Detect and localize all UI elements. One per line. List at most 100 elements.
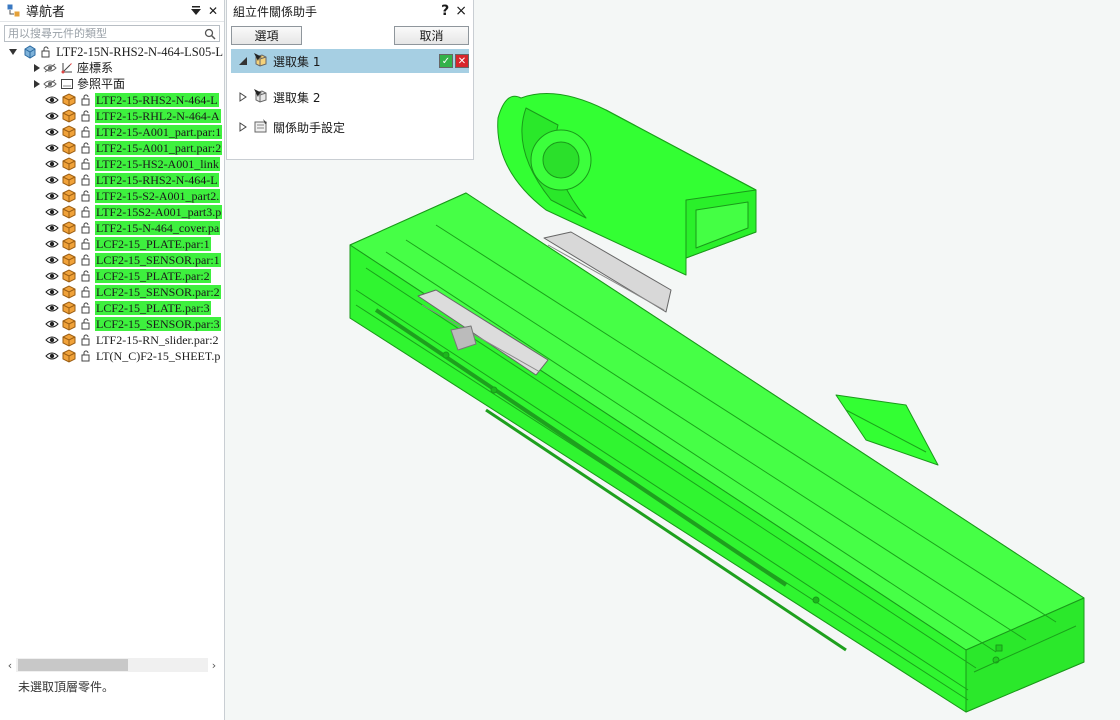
eye-visible-icon[interactable] <box>44 332 60 348</box>
lock-open-icon <box>78 92 94 108</box>
lock-open-icon <box>78 188 94 204</box>
lock-open-icon <box>78 316 94 332</box>
tree-part-row[interactable]: LTF2-15-RHS2-N-464-L <box>0 92 224 108</box>
eye-visible-icon[interactable] <box>44 236 60 252</box>
part-icon <box>61 348 77 364</box>
part-icon <box>61 108 77 124</box>
scroll-track[interactable] <box>16 658 208 672</box>
tree-part-row[interactable]: LTF2-15-RHL2-N-464-A <box>0 108 224 124</box>
tree-part-label: LTF2-15-N-464_cover.pa <box>95 221 221 235</box>
eye-visible-icon[interactable] <box>44 188 60 204</box>
collapse-toggle[interactable] <box>237 57 249 65</box>
scroll-thumb[interactable] <box>18 659 128 671</box>
navigator-tree: LTF2-15N-RHS2-N-464-LS05-L 座標系 參照平面 LTF2… <box>0 44 224 364</box>
eye-visible-icon[interactable] <box>44 124 60 140</box>
eye-visible-icon[interactable] <box>44 204 60 220</box>
eye-visible-icon[interactable] <box>44 284 60 300</box>
eye-hidden-icon[interactable] <box>42 60 58 76</box>
scroll-left-icon[interactable]: ‹ <box>4 659 16 672</box>
tree-folder-coordinate-system[interactable]: 座標系 <box>0 60 224 76</box>
tree-part-label: LTF2-15S2-A001_part3.p <box>95 205 223 219</box>
tree-part-label: LTF2-15-RHS2-N-464-L <box>95 173 219 187</box>
tree-folder-label: 座標系 <box>77 61 114 75</box>
expand-toggle[interactable] <box>8 44 18 60</box>
expand-toggle[interactable] <box>32 76 42 92</box>
settings-icon <box>253 118 269 137</box>
tree-part-row[interactable]: LCF2-15_PLATE.par:2 <box>0 268 224 284</box>
part-icon <box>61 316 77 332</box>
tree-part-row[interactable]: LTF2-15-A001_part.par:2 <box>0 140 224 156</box>
tree-part-row[interactable]: LCF2-15_SENSOR.par:2 <box>0 284 224 300</box>
cancel-button[interactable]: 取消 <box>394 26 469 45</box>
tree-part-label: LTF2-15-RN_slider.par:2 <box>96 333 219 347</box>
tree-part-row[interactable]: LCF2-15_SENSOR.par:3 <box>0 316 224 332</box>
eye-visible-icon[interactable] <box>44 172 60 188</box>
accept-check-icon[interactable]: ✓ <box>439 54 453 68</box>
lock-open-icon <box>78 108 94 124</box>
eye-visible-icon[interactable] <box>44 316 60 332</box>
lock-open-icon <box>78 140 94 156</box>
assistant-settings[interactable]: 關係助手設定 <box>231 115 469 139</box>
tree-part-row[interactable]: LTF2-15-HS2-A001_link <box>0 156 224 172</box>
tree-part-row[interactable]: LTF2-15S2-A001_part3.p <box>0 204 224 220</box>
lock-open-icon <box>78 332 94 348</box>
part-icon <box>61 332 77 348</box>
part-icon <box>61 140 77 156</box>
reject-x-icon[interactable]: ✕ <box>455 54 469 68</box>
lock-open-icon <box>78 204 94 220</box>
navigator-menu-icon[interactable] <box>189 4 203 18</box>
tree-part-row[interactable]: LTF2-15-N-464_cover.pa <box>0 220 224 236</box>
part-icon <box>61 172 77 188</box>
eye-visible-icon[interactable] <box>44 108 60 124</box>
eye-visible-icon[interactable] <box>44 92 60 108</box>
tree-root-row[interactable]: LTF2-15N-RHS2-N-464-LS05-L <box>0 44 224 60</box>
tree-part-row[interactable]: LTF2-15-S2-A001_part2. <box>0 188 224 204</box>
eye-visible-icon[interactable] <box>44 220 60 236</box>
part-icon <box>61 92 77 108</box>
lock-open-icon <box>78 284 94 300</box>
eye-visible-icon[interactable] <box>44 156 60 172</box>
assistant-title: 組立件關係助手 <box>233 4 318 19</box>
navigator-horizontal-scrollbar[interactable]: ‹ › <box>4 657 220 673</box>
navigator-close-icon[interactable]: ✕ <box>206 4 220 18</box>
tree-part-row[interactable]: LCF2-15_PLATE.par:3 <box>0 300 224 316</box>
eye-visible-icon[interactable] <box>44 348 60 364</box>
eye-visible-icon[interactable] <box>44 268 60 284</box>
part-icon <box>61 252 77 268</box>
help-icon[interactable]: ? <box>441 3 449 19</box>
scroll-right-icon[interactable]: › <box>208 659 220 672</box>
options-button[interactable]: 選項 <box>231 26 302 45</box>
close-icon[interactable]: × <box>455 3 467 19</box>
part-icon <box>61 236 77 252</box>
tree-part-row[interactable]: LT(N_C)F2-15_SHEET.p <box>0 348 224 364</box>
tree-part-row[interactable]: LCF2-15_PLATE.par:1 <box>0 236 224 252</box>
expand-toggle[interactable] <box>32 60 42 76</box>
tree-folder-reference-plane[interactable]: 參照平面 <box>0 76 224 92</box>
eye-visible-icon[interactable] <box>44 140 60 156</box>
expand-toggle[interactable] <box>237 92 249 102</box>
navigator-search-input[interactable] <box>8 27 204 40</box>
assistant-button-row: 選項 取消 <box>227 22 473 45</box>
selection-set-1[interactable]: 選取集 1 ✓ ✕ <box>231 49 469 73</box>
eye-visible-icon[interactable] <box>44 300 60 316</box>
navigator-status: 未選取頂層零件。 <box>18 680 115 694</box>
reference-plane-icon <box>59 76 75 92</box>
search-icon[interactable] <box>204 28 216 40</box>
expand-toggle[interactable] <box>237 122 249 132</box>
selection-set-2[interactable]: 選取集 2 <box>231 85 469 109</box>
tree-part-row[interactable]: LTF2-15-RN_slider.par:2 <box>0 332 224 348</box>
tree-part-row[interactable]: LTF2-15-A001_part.par:1 <box>0 124 224 140</box>
tree-part-row[interactable]: LCF2-15_SENSOR.par:1 <box>0 252 224 268</box>
lock-open-icon <box>78 156 94 172</box>
navigator-search[interactable] <box>4 25 220 42</box>
part-icon <box>61 188 77 204</box>
tree-part-label: LCF2-15_PLATE.par:3 <box>95 301 211 315</box>
eye-visible-icon[interactable] <box>44 252 60 268</box>
lock-open-icon <box>39 44 54 60</box>
tree-part-label: LTF2-15-A001_part.par:1 <box>95 125 223 139</box>
part-icon <box>61 124 77 140</box>
eye-hidden-icon[interactable] <box>42 76 58 92</box>
tree-part-row[interactable]: LTF2-15-RHS2-N-464-L <box>0 172 224 188</box>
tree-part-label: LCF2-15_PLATE.par:2 <box>95 269 211 283</box>
tree-root-label: LTF2-15N-RHS2-N-464-LS05-L <box>56 45 223 59</box>
